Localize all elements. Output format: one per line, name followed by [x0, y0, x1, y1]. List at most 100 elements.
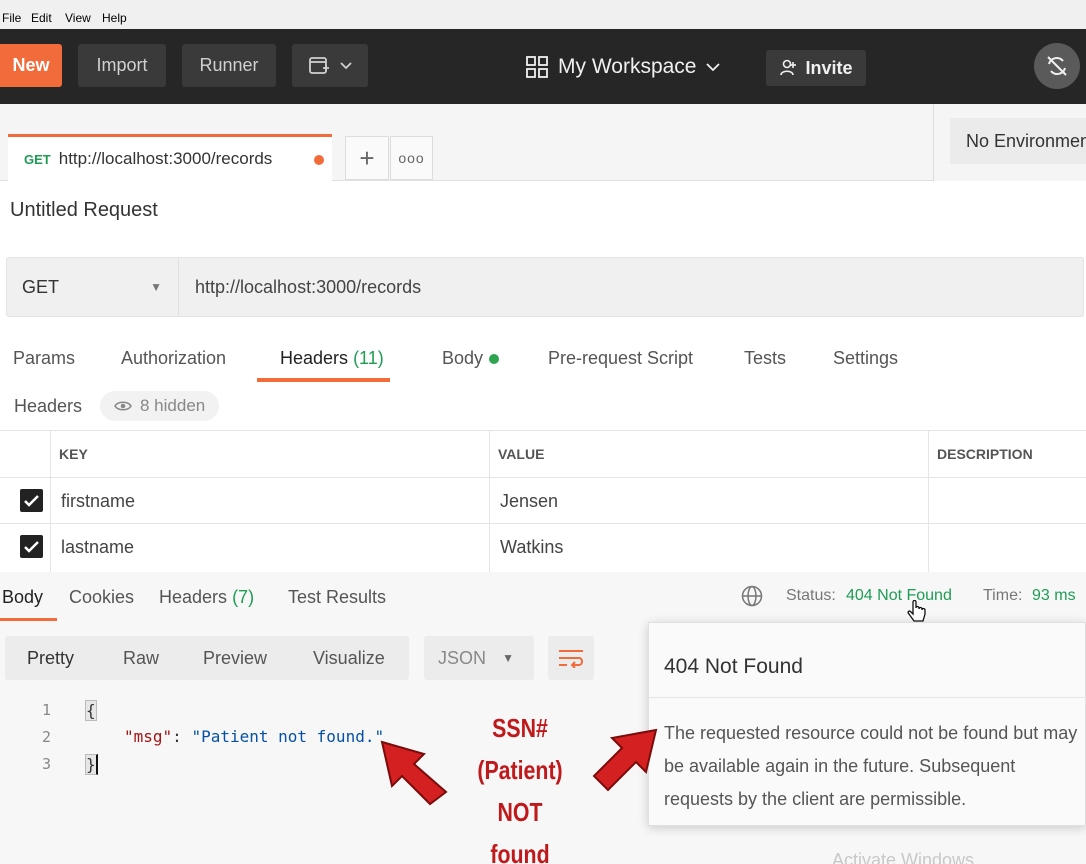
- red-arrow-left-icon: [380, 740, 448, 806]
- tab-method: GET: [24, 151, 51, 167]
- checkmark-icon: [24, 540, 39, 553]
- unsaved-dot-icon: [314, 155, 324, 165]
- json-colon: :: [172, 727, 192, 746]
- tab-headers-label: Headers: [280, 348, 349, 368]
- environment-select[interactable]: No Environment: [950, 118, 1086, 164]
- tab-settings[interactable]: Settings: [833, 348, 898, 369]
- request-tab[interactable]: GET http://localhost:3000/records: [8, 134, 332, 181]
- column-header-value: VALUE: [498, 446, 545, 462]
- method-select[interactable]: GET ▼: [7, 258, 179, 316]
- annotation-text: SSN# (Patient) NOT found: [454, 707, 585, 864]
- request-tabs: Params Authorization Headers (11) Body P…: [0, 340, 1086, 382]
- response-headers-label: Headers: [159, 587, 228, 607]
- menu-bar: File Edit View Help: [0, 0, 1086, 29]
- hidden-headers-toggle[interactable]: 8 hidden: [100, 391, 220, 421]
- response-tab-cookies[interactable]: Cookies: [69, 587, 134, 608]
- json-value: "Patient not found.": [191, 727, 385, 746]
- menu-file[interactable]: File: [2, 11, 21, 25]
- response-tab-headers[interactable]: Headers (7): [159, 587, 254, 608]
- more-tabs-button[interactable]: ooo: [390, 136, 433, 180]
- status-label: Status:: [786, 587, 836, 604]
- tooltip-divider: [649, 697, 1086, 698]
- tooltip-title: 404 Not Found: [664, 655, 803, 678]
- request-tab-bar: GET http://localhost:3000/records + ooo …: [0, 104, 1086, 181]
- code-close-brace: }: [85, 754, 98, 775]
- caret-down-icon: ▼: [502, 651, 514, 665]
- sync-status-button[interactable]: [1034, 43, 1080, 89]
- tab-authorization[interactable]: Authorization: [121, 348, 226, 369]
- response-tab-body[interactable]: Body: [2, 587, 43, 608]
- hidden-count-label: 8 hidden: [140, 396, 206, 415]
- time-value[interactable]: 93 ms: [1032, 587, 1076, 605]
- new-tab-button[interactable]: +: [345, 136, 389, 180]
- grid-icon: [526, 56, 548, 78]
- response-view-selector: Pretty Raw Preview Visualize: [5, 636, 409, 680]
- menu-edit[interactable]: Edit: [31, 11, 52, 25]
- annotation-line-3: found: [490, 839, 550, 864]
- view-preview[interactable]: Preview: [203, 648, 267, 669]
- header-key-cell[interactable]: lastname: [50, 524, 134, 570]
- tab-headers[interactable]: Headers (11): [280, 348, 384, 369]
- response-tab-test-results[interactable]: Test Results: [288, 587, 386, 608]
- status-value[interactable]: 404 Not Found: [846, 587, 952, 605]
- header-value-cell[interactable]: Watkins: [489, 524, 563, 570]
- request-title[interactable]: Untitled Request: [10, 199, 158, 222]
- tab-headers-count: (11): [353, 348, 384, 368]
- caret-down-icon: ▼: [150, 280, 162, 294]
- tab-prerequest-script[interactable]: Pre-request Script: [548, 348, 693, 369]
- wrap-lines-icon: [559, 650, 583, 668]
- add-user-icon: [780, 59, 797, 76]
- sync-off-icon: [1047, 56, 1067, 76]
- headers-table: KEY VALUE DESCRIPTION firstname Jensen l…: [0, 430, 1086, 573]
- code-line-msg: "msg": "Patient not found.": [124, 727, 384, 746]
- os-watermark: Activate Windows: [832, 850, 975, 864]
- table-row: lastname Watkins: [0, 523, 1086, 569]
- new-button[interactable]: New: [0, 44, 62, 87]
- method-label: GET: [22, 277, 60, 297]
- url-input[interactable]: http://localhost:3000/records: [195, 258, 421, 316]
- chevron-down-icon: [706, 62, 721, 71]
- tab-url: http://localhost:3000/records: [58, 149, 273, 168]
- invite-button[interactable]: Invite: [766, 50, 866, 86]
- body-indicator-dot: [489, 354, 500, 365]
- wrap-lines-button[interactable]: [548, 636, 594, 680]
- code-open-brace: {: [85, 700, 97, 721]
- import-button[interactable]: Import: [78, 44, 166, 87]
- tab-body-label: Body: [442, 348, 484, 368]
- tab-body[interactable]: Body: [442, 348, 500, 369]
- annotation-line-2: NOT: [497, 797, 543, 827]
- line-number: 1: [42, 701, 52, 719]
- checkmark-icon: [24, 494, 39, 507]
- view-raw[interactable]: Raw: [123, 648, 159, 669]
- chevron-down-icon: [340, 61, 352, 69]
- json-key: "msg": [124, 727, 173, 746]
- status-tooltip: 404 Not Found The requested resource cou…: [648, 622, 1086, 826]
- row-checkbox[interactable]: [20, 535, 43, 558]
- tooltip-body: The requested resource could not be foun…: [664, 723, 1078, 809]
- tab-params[interactable]: Params: [13, 348, 75, 369]
- red-arrow-right-icon: [592, 728, 658, 792]
- workspace-switcher[interactable]: My Workspace: [526, 52, 721, 82]
- table-row: firstname Jensen: [0, 477, 1086, 523]
- response-tab-underline: [0, 618, 57, 621]
- column-header-description: DESCRIPTION: [937, 446, 1033, 462]
- headers-section-label: Headers: [14, 396, 83, 416]
- new-window-button[interactable]: [292, 44, 368, 87]
- header-value-cell[interactable]: Jensen: [489, 478, 558, 524]
- response-headers-count: (7): [232, 587, 255, 607]
- eye-icon: [114, 401, 132, 411]
- environment-area: No Environment: [933, 104, 1086, 181]
- view-pretty[interactable]: Pretty: [27, 648, 74, 669]
- more-icon: ooo: [398, 150, 425, 166]
- row-checkbox[interactable]: [20, 489, 43, 512]
- view-visualize[interactable]: Visualize: [313, 648, 385, 669]
- format-select[interactable]: JSON ▼: [424, 636, 534, 680]
- globe-icon[interactable]: [741, 585, 763, 607]
- menu-help[interactable]: Help: [102, 11, 127, 25]
- runner-button[interactable]: Runner: [182, 44, 276, 87]
- tab-tests[interactable]: Tests: [744, 348, 786, 369]
- menu-view[interactable]: View: [65, 11, 91, 25]
- header-key-cell[interactable]: firstname: [50, 478, 135, 524]
- new-window-icon: [309, 56, 329, 74]
- column-header-key: KEY: [59, 446, 88, 462]
